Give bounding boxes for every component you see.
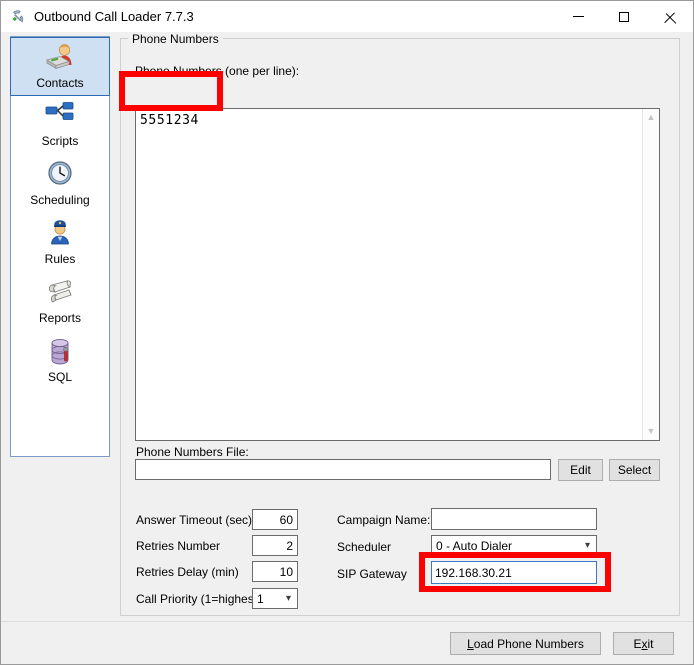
scripts-icon (45, 102, 74, 120)
retries-number-label: Retries Number (136, 539, 221, 553)
navigation-sidebar: Contacts Scripts Scheduling Rules Report… (10, 36, 110, 457)
edit-button[interactable]: Edit (558, 459, 603, 481)
minimize-icon (572, 16, 584, 17)
scroll-up-icon[interactable]: ▲ (643, 109, 659, 126)
sidebar-item-label: Reports (38, 311, 82, 325)
maximize-icon (619, 11, 629, 22)
footer-bar: Load Phone Numbers Ex it (1, 622, 693, 664)
retries-number-input[interactable] (252, 535, 298, 556)
sidebar-item-sql[interactable]: SQL (11, 332, 109, 391)
phone-numbers-textarea[interactable]: 5551234 ▲ ▼ (135, 108, 660, 441)
maximize-button[interactable] (601, 1, 647, 32)
sidebar-item-scripts[interactable]: Scripts (11, 96, 109, 155)
retries-delay-label: Retries Delay (min) (136, 565, 239, 579)
window-title: Outbound Call Loader 7.7.3 (34, 9, 194, 24)
sidebar-item-label: Scheduling (30, 193, 90, 207)
phone-numbers-label: Phone Numbers (one per line): (135, 64, 300, 78)
sip-gateway-label: SIP Gateway (337, 567, 407, 581)
sidebar-item-scheduling[interactable]: Scheduling (11, 155, 109, 214)
sip-gateway-input[interactable] (431, 561, 597, 584)
application-window: Outbound Call Loader 7.7.3 Contacts Scri… (0, 0, 694, 665)
exit-button-prefix: E (633, 636, 642, 651)
officer-icon (51, 220, 69, 245)
select-button[interactable]: Select (609, 459, 660, 481)
phone-handset-icon (13, 10, 24, 23)
scheduler-label: Scheduler (337, 540, 392, 554)
groupbox-title: Phone Numbers (128, 32, 223, 46)
clock-icon (48, 161, 72, 185)
close-icon (665, 11, 676, 22)
load-button-label: oad Phone Numbers (473, 636, 584, 651)
contacts-icon (46, 44, 72, 70)
answer-timeout-input[interactable] (252, 509, 298, 530)
scheduler-value: 0 - Auto Dialer (436, 538, 513, 553)
sidebar-item-label: Rules (44, 252, 76, 266)
answer-timeout-label: Answer Timeout (sec) (136, 513, 253, 527)
phone-numbers-file-input[interactable] (135, 459, 551, 480)
exit-button-label: it (647, 636, 654, 651)
title-bar: Outbound Call Loader 7.7.3 (1, 1, 693, 32)
sidebar-item-label: SQL (47, 370, 72, 384)
phone-numbers-value: 5551234 (140, 113, 199, 128)
load-button-mnemonic: L (467, 636, 474, 651)
minimize-button[interactable] (555, 1, 601, 32)
call-priority-select[interactable]: 1 ▾ (252, 588, 298, 609)
chevron-down-icon: ▾ (584, 539, 591, 551)
sidebar-item-reports[interactable]: Reports (11, 273, 109, 332)
load-phone-numbers-button[interactable]: Load Phone Numbers (450, 632, 601, 655)
campaign-name-label: Campaign Name: (337, 513, 431, 527)
database-icon (51, 338, 69, 365)
retries-delay-input[interactable] (252, 561, 298, 582)
exit-button[interactable]: Ex it (613, 632, 674, 655)
call-priority-label: Call Priority (1=highest) (136, 592, 262, 606)
call-priority-value: 1 (257, 591, 264, 606)
scroll-icon (48, 280, 72, 303)
scheduler-select[interactable]: 0 - Auto Dialer ▾ (431, 535, 597, 556)
sidebar-item-label: Contacts (36, 76, 84, 90)
client-area: Contacts Scripts Scheduling Rules Report… (1, 32, 693, 664)
scroll-down-icon[interactable]: ▼ (643, 423, 659, 440)
sidebar-item-rules[interactable]: Rules (11, 214, 109, 273)
sidebar-item-contacts[interactable]: Contacts (10, 37, 110, 96)
sidebar-item-label: Scripts (41, 134, 79, 148)
phone-numbers-scrollbar[interactable]: ▲ ▼ (642, 109, 659, 440)
phone-numbers-file-label: Phone Numbers File: (136, 445, 249, 459)
close-button[interactable] (647, 1, 693, 32)
chevron-down-icon: ▾ (285, 592, 292, 604)
campaign-name-input[interactable] (431, 508, 597, 530)
